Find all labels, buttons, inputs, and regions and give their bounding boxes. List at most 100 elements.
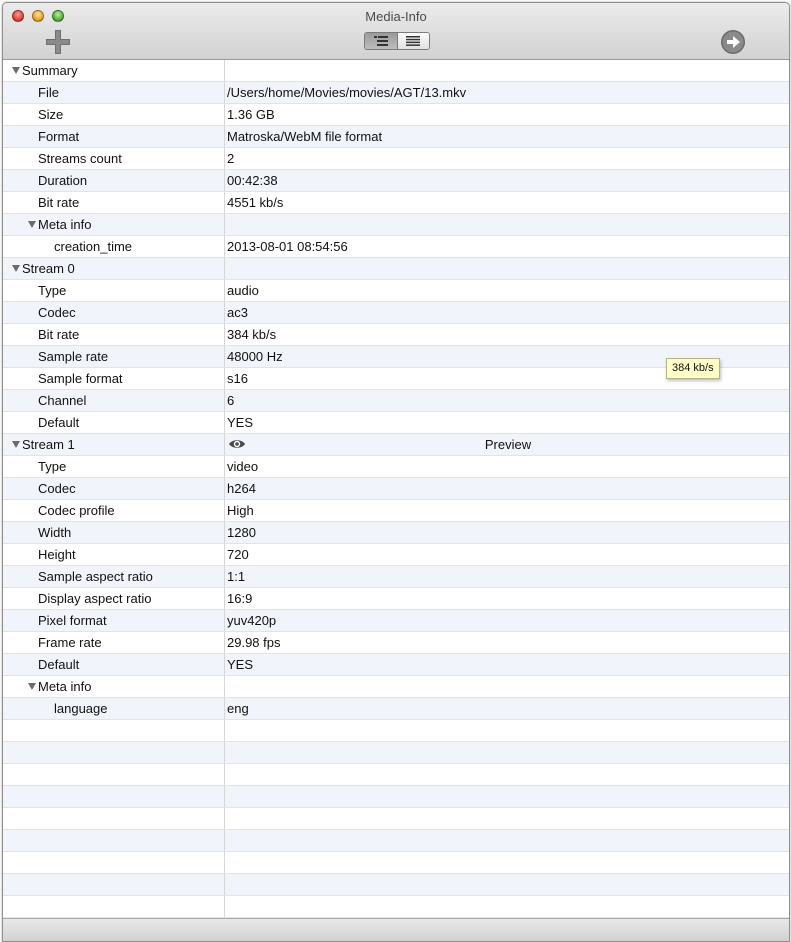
outline-view-icon [373, 36, 388, 46]
property-value: Matroska/WebM file format [227, 129, 383, 144]
property-name: Frame rate [38, 635, 102, 650]
property-name-cell: Stream 1 [3, 434, 233, 455]
table-row[interactable]: Pixel format yuv420p [3, 610, 789, 632]
property-value: ac3 [227, 305, 248, 320]
outline-view-button[interactable] [365, 33, 397, 49]
property-name-cell: Codec [3, 478, 259, 499]
empty-row [3, 852, 789, 874]
table-row[interactable]: Type video [3, 456, 789, 478]
column-divider [224, 896, 225, 917]
property-name: Sample format [38, 371, 123, 386]
property-value [227, 60, 789, 81]
group-row[interactable]: Meta info [3, 676, 789, 698]
property-value: 1.36 GB [227, 107, 275, 122]
property-name-cell: Codec profile [3, 500, 259, 521]
add-file-button[interactable] [45, 29, 71, 55]
empty-row [3, 896, 789, 918]
property-name-cell: Streams count [3, 148, 259, 169]
table-row[interactable]: Width 1280 [3, 522, 789, 544]
empty-row [3, 808, 789, 830]
column-divider [224, 720, 225, 741]
property-name: Default [38, 657, 80, 672]
property-name-cell: Stream 0 [3, 258, 233, 279]
list-view-icon [406, 36, 421, 46]
table-row[interactable]: Size 1.36 GB [3, 104, 789, 126]
table-row[interactable]: Codec profile High [3, 500, 789, 522]
group-row[interactable]: Stream 1 Preview [3, 434, 789, 456]
property-value [227, 676, 789, 697]
view-mode-segmented-control [364, 32, 430, 50]
table-row[interactable]: Codec h264 [3, 478, 789, 500]
property-name-cell: Codec [3, 302, 259, 323]
property-value: High [227, 503, 254, 518]
property-value: 6 [227, 393, 235, 408]
property-value: eng [227, 701, 249, 716]
property-name-cell: Meta info [3, 214, 249, 235]
table-row[interactable]: Codec ac3 [3, 302, 789, 324]
table-row[interactable]: Channel 6 [3, 390, 789, 412]
property-name: Summary [22, 63, 78, 78]
property-value: YES [227, 657, 254, 672]
table-row[interactable]: Format Matroska/WebM file format [3, 126, 789, 148]
property-name-cell: Format [3, 126, 259, 147]
table-row[interactable]: Duration 00:42:38 [3, 170, 789, 192]
property-name: Default [38, 415, 80, 430]
property-name: Meta info [38, 679, 92, 694]
disclosure-triangle-icon[interactable] [12, 441, 20, 449]
property-name-cell: Default [3, 654, 259, 675]
tooltip: 384 kb/s [666, 358, 720, 379]
property-name-cell: Type [3, 456, 259, 477]
property-value: 2013-08-01 08:54:56 [227, 239, 348, 254]
property-value: 29.98 fps [227, 635, 281, 650]
property-name: Display aspect ratio [38, 591, 152, 606]
empty-row [3, 830, 789, 852]
table-row[interactable]: File/Users/home/Movies/movies/AGT/13.mkv [3, 82, 789, 104]
property-name-cell: Sample rate [3, 346, 259, 367]
table-row[interactable]: Type audio [3, 280, 789, 302]
property-name: Codec profile [38, 503, 115, 518]
disclosure-triangle-icon[interactable] [28, 221, 36, 229]
property-name: language [54, 701, 108, 716]
disclosure-triangle-icon[interactable] [12, 265, 20, 273]
column-divider [224, 764, 225, 785]
property-name-cell: Meta info [3, 676, 249, 697]
table-row[interactable]: Default YES [3, 654, 789, 676]
table-row[interactable]: Display aspect ratio 16:9 [3, 588, 789, 610]
table-row[interactable]: Frame rate 29.98 fps [3, 632, 789, 654]
property-name: Sample rate [38, 349, 109, 364]
table-row[interactable]: creation_time 2013-08-01 08:54:56 [3, 236, 789, 258]
group-row[interactable]: Meta info [3, 214, 789, 236]
table-row[interactable]: Bit rate 384 kb/s [3, 324, 789, 346]
table-row[interactable]: Default YES [3, 412, 789, 434]
preview-cell[interactable]: Preview [227, 434, 789, 455]
property-name-cell: Sample format [3, 368, 259, 389]
property-name: Size [38, 107, 64, 122]
list-view-button[interactable] [396, 33, 429, 49]
table-row[interactable]: Bit rate 4551 kb/s [3, 192, 789, 214]
column-divider [224, 742, 225, 763]
disclosure-triangle-icon[interactable] [28, 683, 36, 691]
property-value: 16:9 [227, 591, 253, 606]
property-name-cell: Width [3, 522, 259, 543]
property-name: File [38, 85, 59, 100]
property-value: video [227, 459, 259, 474]
group-row[interactable]: Summary [3, 60, 789, 82]
property-name-cell: Bit rate [3, 192, 259, 213]
property-name: Stream 0 [22, 261, 75, 276]
column-divider [224, 852, 225, 873]
table-row[interactable]: language eng [3, 698, 789, 720]
property-name: Bit rate [38, 327, 80, 342]
empty-row [3, 742, 789, 764]
table-row[interactable]: Streams count 2 [3, 148, 789, 170]
property-name-cell: File [3, 82, 259, 103]
property-name-cell: Duration [3, 170, 259, 191]
property-value: YES [227, 415, 254, 430]
property-value: /Users/home/Movies/movies/AGT/13.mkv [227, 85, 467, 100]
property-name-cell: Sample aspect ratio [3, 566, 259, 587]
property-name: Type [38, 283, 67, 298]
group-row[interactable]: Stream 0 [3, 258, 789, 280]
go-forward-button[interactable] [720, 29, 746, 55]
disclosure-triangle-icon[interactable] [12, 67, 20, 75]
table-row[interactable]: Sample aspect ratio 1:1 [3, 566, 789, 588]
table-row[interactable]: Height 720 [3, 544, 789, 566]
